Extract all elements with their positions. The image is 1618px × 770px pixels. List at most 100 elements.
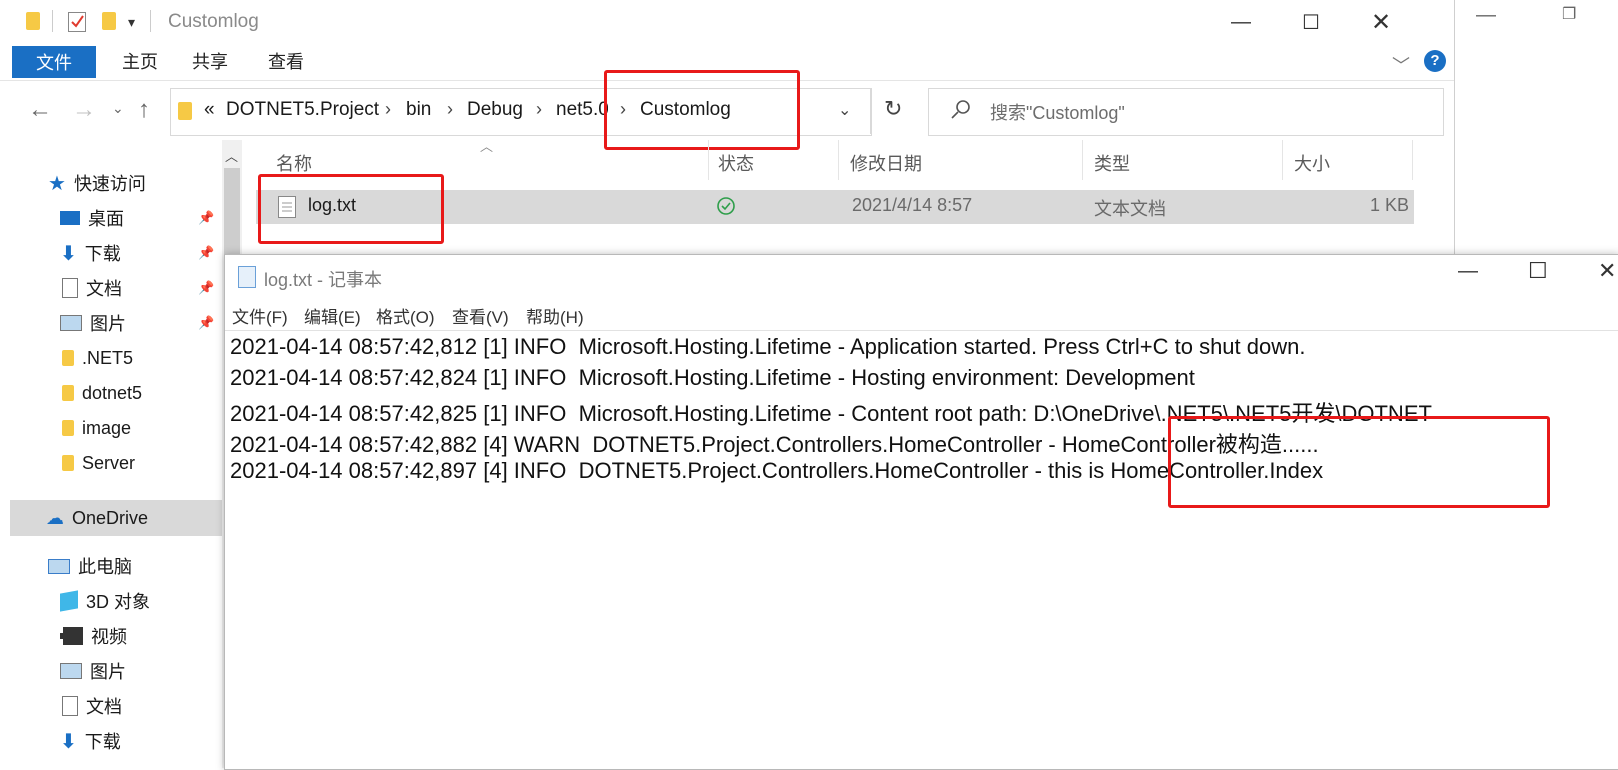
breadcrumb-chevron-icon[interactable]: › (447, 99, 453, 120)
bg-restore-icon: ❐ (1562, 6, 1577, 23)
minimize-button[interactable]: — (1206, 0, 1276, 44)
window-title: Customlog (168, 11, 259, 32)
search-icon (950, 98, 972, 125)
forward-arrow-icon[interactable]: → (72, 96, 96, 124)
refresh-icon[interactable]: ↻ (884, 96, 902, 122)
sidebar-item-label: 文档 (86, 697, 122, 717)
file-modified: 2021/4/14 8:57 (852, 195, 973, 215)
tab-home[interactable]: 主页 (112, 44, 168, 78)
sidebar-item-pc-pictures[interactable]: 图片 (0, 653, 222, 689)
pin-icon[interactable]: 📌 (198, 210, 214, 226)
column-header-modified[interactable]: 修改日期 (850, 150, 922, 176)
breadcrumb-item[interactable]: net5.0 (556, 99, 608, 121)
column-divider[interactable] (1082, 140, 1083, 180)
menu-format[interactable]: 格式(O) (376, 303, 435, 328)
sidebar-item-label: dotnet5 (82, 382, 143, 403)
film-icon (60, 627, 83, 645)
close-button[interactable]: ✕ (1346, 0, 1416, 44)
column-header-name[interactable]: 名称 (276, 150, 312, 176)
sidebar-item-label: OneDrive (72, 507, 149, 528)
column-divider[interactable] (1412, 140, 1413, 180)
sidebar-item-pictures[interactable]: 图片 📌 (0, 305, 222, 341)
folder-icon (62, 385, 74, 401)
breadcrumb-item[interactable]: DOTNET5.Project (226, 99, 379, 121)
sidebar-item-label: 此电脑 (78, 557, 132, 577)
notepad-title: log.txt - 记事本 (264, 270, 383, 290)
up-arrow-icon[interactable]: ↑ (138, 96, 150, 124)
download-icon: ⬇ (60, 242, 77, 265)
sidebar-item-label: 3D 对象 (86, 592, 151, 612)
breadcrumb-chevron-icon[interactable]: › (385, 99, 391, 120)
picture-icon (60, 663, 82, 679)
document-icon (62, 696, 78, 716)
sidebar-item-label: Server (82, 452, 136, 473)
pin-icon[interactable]: 📌 (198, 245, 214, 261)
menu-file[interactable]: 文件(F) (232, 303, 288, 328)
sidebar-item-image[interactable]: image (0, 410, 222, 446)
desktop-icon (60, 211, 80, 225)
sidebar-item-server[interactable]: Server (0, 445, 222, 481)
column-header-size[interactable]: 大小 (1294, 150, 1330, 176)
sidebar-item-dotnet5[interactable]: dotnet5 (0, 375, 222, 411)
ribbon-expand-chevron-icon[interactable]: ﹀ (1392, 52, 1410, 78)
tab-share[interactable]: 共享 (182, 44, 238, 78)
computer-icon (48, 558, 70, 574)
sidebar-item-net5[interactable]: .NET5 (0, 340, 222, 376)
breadcrumb-item[interactable]: Debug (467, 99, 523, 121)
menu-edit[interactable]: 编辑(E) (304, 303, 361, 328)
document-icon (62, 278, 78, 298)
pin-icon[interactable]: 📌 (198, 280, 214, 296)
column-header-status[interactable]: 状态 (718, 150, 754, 176)
menu-help[interactable]: 帮助(H) (526, 303, 584, 328)
breadcrumb-item[interactable]: bin (406, 99, 431, 121)
sidebar-item-label: 下载 (84, 244, 121, 264)
log-line: 2021-04-14 08:57:42,897 [4] INFO DOTNET5… (230, 458, 1324, 483)
sidebar-item-downloads[interactable]: ⬇ 下载 📌 (0, 235, 222, 271)
back-arrow-icon[interactable]: ← (28, 96, 52, 124)
search-placeholder: 搜索"Customlog" (990, 103, 1125, 123)
tab-file[interactable]: 文件 (12, 46, 96, 78)
sidebar-item-label: 文档 (86, 279, 122, 299)
column-divider[interactable] (1282, 140, 1283, 180)
sidebar-item-documents[interactable]: 文档 📌 (0, 270, 222, 306)
notepad-maximize-button[interactable]: ☐ (1528, 258, 1548, 284)
sidebar-item-pc-downloads[interactable]: ⬇ 下载 (0, 723, 222, 759)
column-header-type[interactable]: 类型 (1094, 150, 1130, 176)
tab-view[interactable]: 查看 (258, 44, 314, 78)
properties-icon[interactable] (68, 12, 86, 32)
help-icon[interactable]: ? (1424, 50, 1446, 72)
qat-dropdown-icon[interactable]: ▾ (128, 14, 135, 31)
column-divider[interactable] (838, 140, 839, 180)
address-dropdown-icon[interactable]: ⌄ (838, 100, 851, 120)
sidebar-item-this-pc[interactable]: 此电脑 (0, 548, 222, 584)
folder-icon (26, 12, 40, 30)
sidebar-item-label: 图片 (90, 314, 126, 334)
log-line: 2021-04-14 08:57:42,824 [1] INFO Microso… (230, 365, 1195, 390)
scroll-up-chevron-icon[interactable]: ︿ (225, 146, 238, 165)
explorer-titlebar: ▾ Customlog — ☐ ✕ — ❐ (0, 0, 1576, 44)
cube-icon (60, 590, 78, 612)
breadcrumb-chevron-icon[interactable]: › (536, 99, 542, 120)
maximize-button[interactable]: ☐ (1276, 0, 1346, 44)
column-divider[interactable] (708, 140, 709, 180)
sidebar-item-label: .NET5 (82, 347, 134, 368)
sidebar-item-3d-objects[interactable]: 3D 对象 (0, 583, 222, 619)
highlight-box-log (1168, 416, 1550, 508)
sync-status-check-icon (716, 196, 736, 221)
pin-icon[interactable]: 📌 (198, 315, 214, 331)
menu-view[interactable]: 查看(V) (452, 303, 509, 328)
divider (870, 88, 871, 134)
sidebar-item-videos[interactable]: 视频 (0, 618, 222, 654)
sidebar-item-pc-documents[interactable]: 文档 (0, 688, 222, 724)
notepad-text-area[interactable]: 2021-04-14 08:57:42,812 [1] INFO Microso… (226, 332, 1616, 766)
new-folder-icon[interactable] (102, 12, 116, 30)
notepad-minimize-button[interactable]: — (1458, 260, 1478, 283)
sidebar-item-desktop[interactable]: 桌面 📌 (0, 200, 222, 236)
notepad-close-button[interactable]: ✕ (1598, 258, 1616, 284)
breadcrumb-overflow[interactable]: « (204, 99, 215, 121)
sidebar-quick-access[interactable]: ★ 快速访问 (0, 165, 222, 201)
log-line: 2021-04-14 08:57:42,812 [1] INFO Microso… (230, 334, 1306, 359)
sidebar-item-onedrive[interactable]: ☁ OneDrive (10, 500, 222, 536)
highlight-box-file (258, 174, 444, 244)
recent-locations-chevron-icon[interactable]: ⌄ (112, 100, 124, 117)
